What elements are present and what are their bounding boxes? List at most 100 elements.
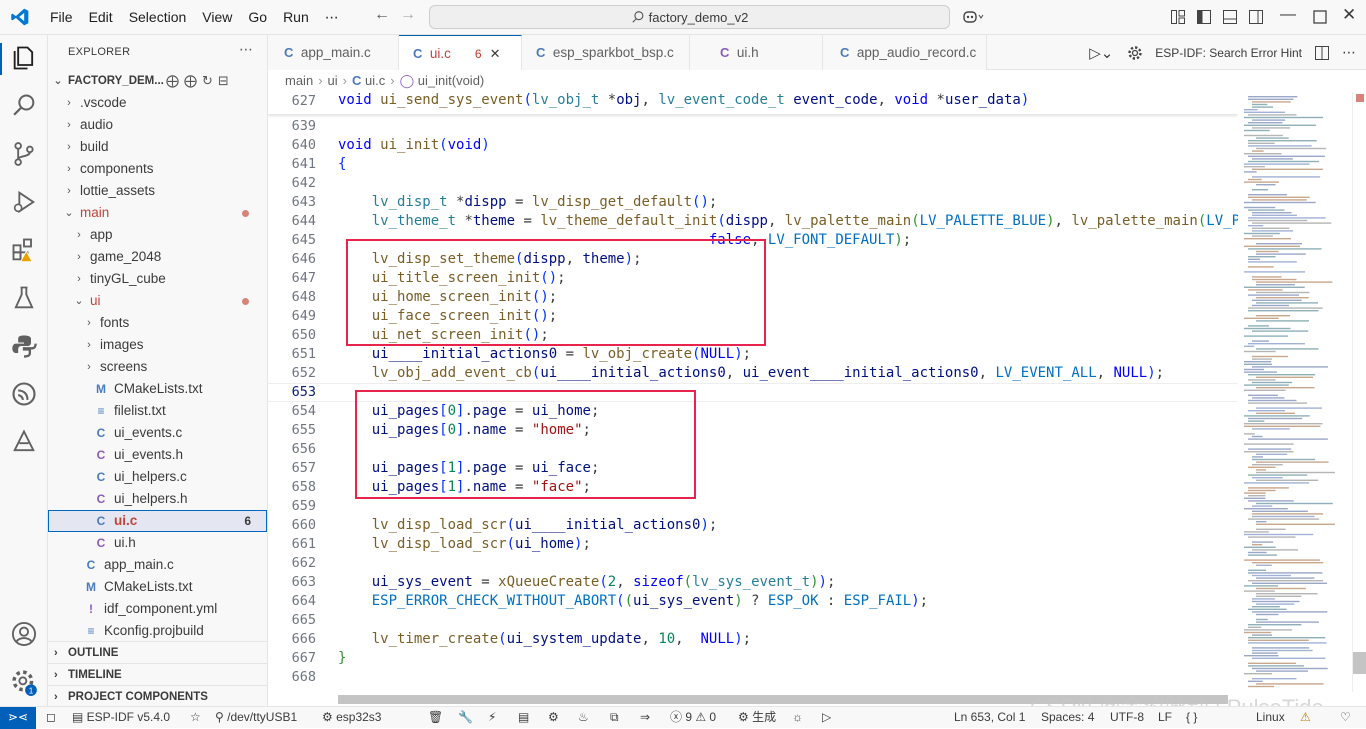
sticky-scroll-header[interactable]: 627 void ui_send_sys_event(lv_obj_t *obj… <box>268 92 1238 114</box>
vertical-scrollbar[interactable] <box>1352 92 1366 692</box>
toggle-secondary-sidebar-icon[interactable] <box>1248 9 1264 25</box>
breadcrumb-main[interactable]: main <box>285 73 313 88</box>
monitor-icon[interactable]: ▤ <box>518 707 529 728</box>
problems-indicator[interactable]: ⓧ 9 ⚠ 0 <box>670 707 716 728</box>
close-tab-icon[interactable]: ✕ <box>490 46 501 61</box>
terminal-icon[interactable]: ⧉ <box>610 707 619 728</box>
tab-ui-h[interactable]: C ui.h <box>690 35 823 70</box>
tree-file-filelist-txt[interactable]: ≡ filelist.txt <box>48 400 267 422</box>
explorer-actions-icons[interactable]: ⨁⨁↻⊟ <box>166 70 234 92</box>
tree-file-ui-helpers-c[interactable]: Cui_helpers.c <box>48 466 267 488</box>
timeline-panel[interactable]: › TIMELINE <box>48 663 267 685</box>
tree-file-idf-component-yml[interactable]: ! idf_component.yml <box>48 598 267 620</box>
code-editor[interactable]: 639 640 void ui_init(void) 641 {642 643 lv_di… <box>268 92 1238 692</box>
minimize-button[interactable]: — <box>1280 6 1296 23</box>
tree-folder-lottie-assets[interactable]: › lottie_assets <box>48 180 267 202</box>
more-actions-icon[interactable]: ⋯ <box>1342 44 1356 61</box>
platform-icon[interactable] <box>10 428 38 456</box>
menu-selection[interactable]: Selection <box>121 0 195 35</box>
python-icon[interactable] <box>10 332 38 360</box>
tab-app-main-c[interactable]: C app_main.c <box>268 35 399 70</box>
target-chip[interactable]: ⚙ esp32s3 <box>322 707 381 728</box>
indentation[interactable]: Spaces: 4 <box>1041 707 1094 728</box>
extensions-icon[interactable] <box>10 236 38 264</box>
tree-folder-images[interactable]: › images <box>48 334 267 356</box>
testing-flask-icon[interactable] <box>10 284 38 312</box>
menu-file[interactable]: File <box>42 0 81 35</box>
tree-folder-app[interactable]: › app <box>48 224 267 246</box>
breadcrumb-function[interactable]: ui_init(void) <box>418 73 484 88</box>
tree-file-ui-h[interactable]: Cui.h <box>48 532 267 554</box>
tree-file-ui-events-h[interactable]: Cui_events.h <box>48 444 267 466</box>
flash-icon[interactable]: ⚡ <box>488 707 496 728</box>
search-view-icon[interactable] <box>10 92 38 120</box>
debug-icon[interactable]: ⇒ <box>640 707 650 728</box>
scrollbar-thumb[interactable] <box>1353 652 1366 674</box>
sun-icon[interactable]: ☼ <box>792 707 803 728</box>
breadcrumb-ui[interactable]: ui <box>328 73 338 88</box>
manage-gear-icon[interactable]: 1 <box>10 668 38 696</box>
os-indicator[interactable]: Linux <box>1256 707 1285 728</box>
tab-esp-sparkbot-bsp-c[interactable]: C esp_sparkbot_bsp.c <box>522 35 690 70</box>
tree-file-kconfig-projbuild[interactable]: ≡ Kconfig.projbuild <box>48 620 267 642</box>
toggle-primary-sidebar-icon[interactable] <box>1196 9 1212 25</box>
trash-icon[interactable]: 🗑 <box>428 707 443 728</box>
warning-icon[interactable]: ⚠ <box>1300 707 1311 728</box>
tab-ui-c[interactable]: C ui.c 6 ✕ <box>399 35 522 70</box>
explorer-more-icon[interactable]: ⋯ <box>239 41 253 58</box>
window-icon[interactable]: ◻ <box>46 707 56 728</box>
remote-indicator-icon[interactable]: ⋗⋖ <box>0 707 36 729</box>
fire-icon[interactable]: ♨ <box>578 707 589 728</box>
cursor-position[interactable]: Ln 653, Col 1 <box>954 707 1025 728</box>
tree-file-ui-events-c[interactable]: Cui_events.c <box>48 422 267 444</box>
explorer-icon[interactable] <box>10 44 38 72</box>
tree-file-ui-c[interactable]: Cui.c 6 <box>48 510 267 532</box>
close-button[interactable]: ✕ <box>1342 5 1358 24</box>
maximize-button[interactable] <box>1312 9 1328 25</box>
accounts-icon[interactable] <box>10 620 38 648</box>
tree-folder-tinygl-cube[interactable]: › tinyGL_cube <box>48 268 267 290</box>
workspace-root[interactable]: ⌄ FACTORY_DEM... ⨁⨁↻⊟ <box>48 70 267 92</box>
copilot-icon[interactable] <box>962 9 984 25</box>
outline-panel[interactable]: › OUTLINE <box>48 641 267 663</box>
run-debug-icon[interactable] <box>10 188 38 216</box>
notifications-bell-icon[interactable]: ♡ <box>1340 707 1351 728</box>
star-icon[interactable]: ☆ <box>190 707 201 728</box>
tree-folder--vscode[interactable]: › .vscode <box>48 92 267 114</box>
split-editor-icon[interactable] <box>1314 45 1330 61</box>
espressif-icon[interactable] <box>10 380 38 408</box>
end-of-line[interactable]: LF <box>1158 707 1172 728</box>
encoding[interactable]: UTF-8 <box>1110 707 1144 728</box>
esp-idf-search-hint[interactable]: ESP-IDF: Search Error Hint <box>1155 46 1302 60</box>
toggle-panel-icon[interactable] <box>1222 9 1238 25</box>
tree-folder-ui[interactable]: ⌄ ui <box>48 290 267 312</box>
serial-port[interactable]: ⚲ /dev/ttyUSB1 <box>215 707 297 728</box>
customize-layout-icon[interactable] <box>1170 9 1186 25</box>
settings-gear-icon[interactable] <box>1127 45 1143 61</box>
play-icon[interactable]: ▷ <box>822 707 831 728</box>
menu-run[interactable]: Run <box>275 0 317 35</box>
source-control-icon[interactable] <box>10 140 38 168</box>
menu-more[interactable]: ⋯ <box>317 0 347 35</box>
project-components-panel[interactable]: › PROJECT COMPONENTS <box>48 685 267 707</box>
menu-view[interactable]: View <box>194 0 240 35</box>
tree-folder-screens[interactable]: › screens <box>48 356 267 378</box>
tree-folder-build[interactable]: › build <box>48 136 267 158</box>
tree-folder-game-2048[interactable]: › game_2048 <box>48 246 267 268</box>
command-center-search[interactable]: factory_demo_v2 <box>429 5 950 29</box>
tree-file-cmakelists-txt[interactable]: M CMakeLists.txt <box>48 378 267 400</box>
build-button[interactable]: ⚙ 生成 <box>738 707 776 728</box>
breadcrumb-file[interactable]: ui.c <box>365 73 385 88</box>
tab-app-audio-record-c[interactable]: C app_audio_record.c <box>823 35 987 70</box>
tree-file-app-main-c[interactable]: Capp_main.c <box>48 554 267 576</box>
tree-folder-audio[interactable]: › audio <box>48 114 267 136</box>
menu-edit[interactable]: Edit <box>81 0 121 35</box>
wrench-icon[interactable]: 🔧 <box>458 707 473 728</box>
esp-idf-version[interactable]: ▤ ESP-IDF v5.4.0 <box>72 707 170 728</box>
build-flash-monitor-icon[interactable]: ⚙ <box>548 707 559 728</box>
menu-go[interactable]: Go <box>240 0 275 35</box>
forward-arrow-icon[interactable]: → <box>396 6 420 24</box>
tree-folder-fonts[interactable]: › fonts <box>48 312 267 334</box>
minimap[interactable] <box>1238 92 1352 692</box>
tree-file-cmakelists-txt[interactable]: M CMakeLists.txt <box>48 576 267 598</box>
